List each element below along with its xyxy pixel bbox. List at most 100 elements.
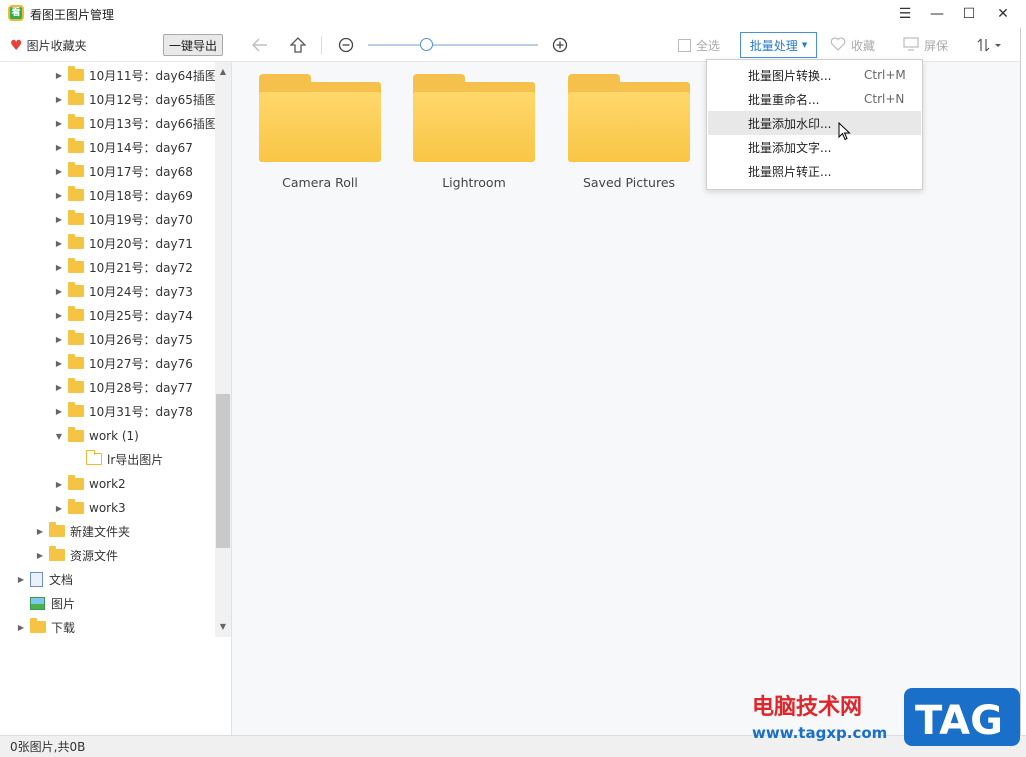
toolbar-divider	[321, 36, 322, 54]
expand-arrow-icon[interactable]: ▶	[54, 143, 64, 152]
menu-button[interactable]: ☰	[889, 0, 921, 28]
zoom-out-icon[interactable]	[336, 35, 356, 55]
expand-arrow-icon[interactable]: ▶	[54, 383, 64, 392]
screensaver-button[interactable]: 屏保	[903, 37, 948, 54]
folder-icon	[30, 618, 46, 633]
tree-item-label: 10月17号：day68	[89, 164, 193, 179]
menu-item-batch-watermark[interactable]: 批量添加水印...	[708, 111, 921, 135]
tree-item[interactable]: ▶ 10月24号：day73	[54, 280, 193, 302]
minimize-button[interactable]: —	[921, 0, 953, 28]
tree-item[interactable]: ▶ 10月19号：day70	[54, 208, 193, 230]
tree-item[interactable]: ▶ 新建文件夹	[35, 520, 130, 542]
expand-arrow-icon[interactable]: ▶	[54, 504, 64, 513]
scroll-up-icon[interactable]: ▲	[215, 64, 231, 78]
tree-item[interactable]: 图片	[16, 592, 75, 614]
folder-icon	[49, 546, 65, 561]
tree-item-label: 10月19号：day70	[89, 212, 193, 227]
expand-arrow-icon[interactable]: ▶	[54, 287, 64, 296]
tree-item[interactable]: ▶ 10月17号：day68	[54, 160, 193, 182]
expand-arrow-icon[interactable]: ▶	[54, 335, 64, 344]
tree-item-label: 10月14号：day67	[89, 140, 193, 155]
tree-item-label: 文档	[49, 572, 74, 587]
folder-tile[interactable]: Camera Roll	[250, 72, 390, 197]
tree-item[interactable]: ▶ 10月21号：day72	[54, 256, 193, 278]
tree-item[interactable]: ▶ 10月25号：day74	[54, 304, 193, 326]
tree-item[interactable]: ▶ 10月31号：day78	[54, 400, 193, 422]
maximize-button[interactable]: ☐	[953, 0, 985, 28]
tree-item[interactable]: ▼ work (1)	[54, 425, 139, 447]
menu-item-shortcut: Ctrl+M	[864, 68, 906, 82]
tree-item[interactable]: ▶ work3	[54, 497, 126, 519]
expand-arrow-icon[interactable]: ▶	[35, 551, 45, 560]
export-button[interactable]: 一键导出	[163, 34, 223, 56]
tree-item[interactable]: ▶ work2	[54, 473, 126, 495]
expand-arrow-icon[interactable]: ▶	[54, 407, 64, 416]
menu-item-batch-convert[interactable]: 批量图片转换... Ctrl+M	[708, 63, 921, 87]
folder-tile[interactable]: Saved Pictures	[559, 72, 699, 197]
zoom-slider-handle[interactable]	[420, 38, 433, 51]
tree-item[interactable]: ▶ 10月11号：day64插图	[54, 64, 217, 86]
menu-item-batch-rotate[interactable]: 批量照片转正...	[708, 159, 921, 183]
expand-arrow-icon[interactable]: ▶	[16, 575, 26, 584]
sidebar-scrollbar[interactable]: ▲ ▼	[215, 62, 231, 637]
menu-item-label: 批量重命名...	[748, 92, 820, 107]
expand-arrow-icon[interactable]: ▶	[35, 527, 45, 536]
sort-icon[interactable]	[975, 35, 1005, 55]
expand-arrow-icon[interactable]: ▶	[54, 480, 64, 489]
menu-item-batch-rename[interactable]: 批量重命名... Ctrl+N	[708, 87, 921, 111]
scroll-down-icon[interactable]: ▼	[215, 619, 231, 633]
scrollbar-thumb[interactable]	[216, 394, 230, 548]
batch-process-button[interactable]: 批量处理 ▼	[740, 32, 817, 58]
toolbar: ♥ 图片收藏夹 一键导出 全选 批量处理 ▼ 收藏 屏保	[0, 28, 1026, 62]
checkbox-icon	[678, 39, 691, 52]
tree-item-label: 新建文件夹	[70, 524, 131, 539]
tree-item[interactable]: ▶ 10月20号：day71	[54, 232, 193, 254]
expand-arrow-icon[interactable]: ▶	[54, 359, 64, 368]
folder-tile[interactable]: Lightroom	[404, 72, 544, 197]
expand-arrow-icon[interactable]: ▶	[54, 167, 64, 176]
tree-item[interactable]: ▶ 下载	[16, 616, 75, 638]
tree-item-label: work3	[89, 501, 126, 515]
zoom-slider[interactable]	[368, 44, 538, 46]
tree-item[interactable]: ▶ 10月26号：day75	[54, 328, 193, 350]
expand-arrow-icon[interactable]: ▶	[54, 119, 64, 128]
expand-arrow-icon[interactable]: ▶	[54, 239, 64, 248]
folder-icon	[68, 234, 84, 249]
select-all-checkbox[interactable]: 全选	[678, 37, 720, 54]
tree-item[interactable]: ▶ 文档	[16, 568, 73, 590]
close-button[interactable]: ✕	[987, 0, 1019, 28]
expand-arrow-icon[interactable]: ▶	[54, 263, 64, 272]
tree-item-label: 10月25号：day74	[89, 308, 193, 323]
tree-item-label: 10月28号：day77	[89, 380, 193, 395]
tree-item[interactable]: ▶ 10月14号：day67	[54, 136, 193, 158]
up-folder-icon[interactable]	[288, 35, 308, 55]
monitor-icon	[903, 37, 919, 54]
folder-icon	[68, 162, 84, 177]
collapse-arrow-icon[interactable]: ▼	[54, 432, 64, 441]
tree-item[interactable]: lr导出图片	[85, 448, 163, 470]
folder-icon	[68, 138, 84, 153]
tree-item[interactable]: ▶ 10月27号：day76	[54, 352, 193, 374]
folder-icon	[68, 306, 84, 321]
expand-arrow-icon[interactable]: ▶	[54, 311, 64, 320]
tree-item[interactable]: ▶ 10月28号：day77	[54, 376, 193, 398]
expand-arrow-icon[interactable]: ▶	[54, 215, 64, 224]
document-icon	[30, 571, 43, 587]
tree-item[interactable]: ▶ 10月12号：day65插图	[54, 88, 217, 110]
zoom-in-icon[interactable]	[550, 35, 570, 55]
expand-arrow-icon[interactable]: ▶	[54, 71, 64, 80]
favorite-button[interactable]: 收藏	[830, 37, 875, 54]
tree-item[interactable]: ▶ 10月13号：day66插图	[54, 112, 217, 134]
tree-item-label: 10月11号：day64插图	[89, 68, 217, 83]
menu-item-batch-text[interactable]: 批量添加文字...	[708, 135, 921, 159]
expand-arrow-icon[interactable]: ▶	[16, 623, 26, 632]
expand-arrow-icon[interactable]: ▶	[54, 95, 64, 104]
batch-process-menu: 批量图片转换... Ctrl+M 批量重命名... Ctrl+N 批量添加水印.…	[706, 59, 923, 190]
back-arrow-icon[interactable]	[250, 35, 270, 55]
tree-item[interactable]: ▶ 10月18号：day69	[54, 184, 193, 206]
folder-icon	[49, 522, 65, 537]
tree-item[interactable]: ▶ 资源文件	[35, 544, 118, 566]
expand-arrow-icon[interactable]: ▶	[54, 191, 64, 200]
favorite-label: 收藏	[851, 39, 876, 53]
favorites-link[interactable]: ♥ 图片收藏夹	[10, 37, 87, 54]
